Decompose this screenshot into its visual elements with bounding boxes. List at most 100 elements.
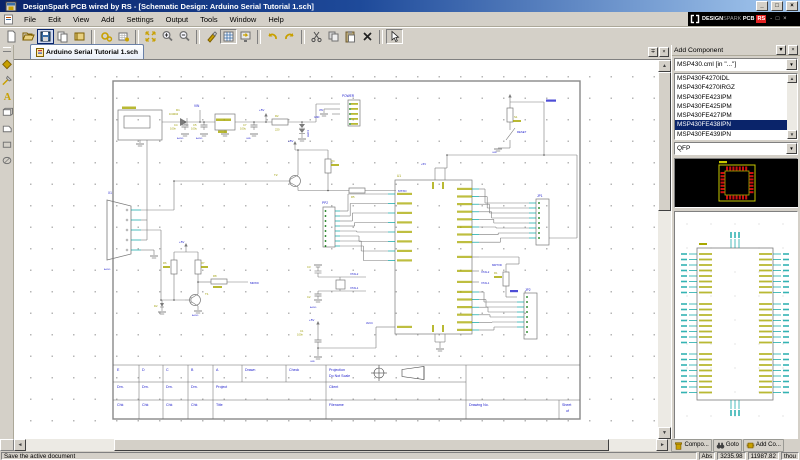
menu-file[interactable]: File (18, 13, 42, 26)
menu-edit[interactable]: Edit (42, 13, 67, 26)
menu-tools[interactable]: Tools (194, 13, 224, 26)
library-combo[interactable]: MSP430.cml [in "..."] ▼ (674, 58, 798, 71)
restore-button[interactable]: □ (771, 1, 783, 11)
scroll-up-button[interactable]: ▲ (658, 60, 671, 72)
undo-button[interactable] (264, 29, 281, 44)
add-shape-circle-button[interactable] (1, 154, 13, 166)
bottom-tab-compo[interactable]: Compo... (671, 439, 711, 452)
svg-text:MRTXD: MRTXD (492, 263, 502, 267)
vertical-scroll-thumb[interactable] (658, 72, 671, 211)
canvas-vertical-scrollbar[interactable]: ▲ ▼ (658, 60, 671, 439)
zoom-in-button[interactable] (159, 29, 176, 44)
svg-text:XTAL1: XTAL1 (481, 281, 490, 285)
redo-button[interactable] (281, 29, 298, 44)
component-list-item[interactable]: MSP430FE427IPM (675, 111, 787, 120)
redo-icon (283, 30, 296, 43)
component-list-item[interactable]: MSP430FE425IPM (675, 102, 787, 111)
add-shape-circle-icon (1, 154, 13, 167)
svg-text:B: B (191, 368, 194, 372)
add-wire-icon (1, 74, 13, 87)
colours-button[interactable] (203, 29, 220, 44)
tab-pin-button[interactable]: ∓ (648, 47, 658, 57)
cut-icon (310, 30, 323, 43)
svg-text:R8: R8 (213, 274, 217, 278)
zoom-extents-button[interactable] (142, 29, 159, 44)
grid-button[interactable] (220, 29, 237, 44)
svg-text:Do Not Scale: Do Not Scale (329, 374, 350, 378)
scroll-down-button[interactable]: ▼ (658, 427, 671, 439)
panel-close-button[interactable]: × (788, 45, 798, 55)
component-list-item[interactable]: MSP430FE439IPN (675, 130, 787, 139)
cut-button[interactable] (308, 29, 325, 44)
list-scroll-up[interactable]: ▲ (787, 74, 797, 83)
svg-text:Chk: Chk (142, 403, 149, 407)
add-text-button[interactable]: A (1, 90, 13, 102)
save-file-button[interactable] (37, 29, 54, 44)
scroll-right-button[interactable]: ► (656, 439, 668, 451)
open-file-button[interactable] (20, 29, 37, 44)
component-list-item[interactable]: MSP430F4270IRGZ (675, 83, 787, 92)
undo-icon (266, 30, 279, 43)
menu-window[interactable]: Window (224, 13, 263, 26)
technology-button[interactable] (98, 29, 115, 44)
list-scrollbar[interactable]: ▲ ▼ (787, 74, 797, 139)
schematic-canvas[interactable]: EDCBADrawnCheckProjectionDo Not ScaleDrn… (14, 60, 658, 439)
interaction-diamond-button[interactable] (1, 58, 13, 70)
component-list-item[interactable]: MSP430FE438IPN (675, 120, 787, 129)
svg-text:Sheet: Sheet (562, 403, 571, 407)
component-list-item[interactable]: MSP430F4270IDL (675, 74, 787, 83)
symbol-preview (674, 211, 798, 439)
close-file-button[interactable] (54, 29, 71, 44)
menu-add[interactable]: Add (95, 13, 120, 26)
vertical-scroll-track[interactable] (658, 211, 671, 427)
combo-dropdown-icon[interactable]: ▼ (786, 59, 797, 70)
tab-arduino-serial-tutorial[interactable]: Arduino Serial Tutorial 1.sch (30, 44, 144, 59)
svg-text:AGND: AGND (196, 137, 203, 140)
design-wizard-button[interactable] (115, 29, 132, 44)
component-list[interactable]: MSP430F4270IDLMSP430F4270IRGZMSP430FE423… (674, 73, 798, 140)
zoom-out-button[interactable] (176, 29, 193, 44)
panel-drop-button[interactable]: ▼ (776, 45, 786, 55)
canvas-horizontal-scrollbar[interactable]: ◄ ► (14, 439, 669, 451)
menu-settings[interactable]: Settings (121, 13, 160, 26)
bottom-tab-addco[interactable]: Add Co... (743, 439, 784, 452)
library-button[interactable] (71, 29, 88, 44)
close-button[interactable]: × (786, 1, 798, 11)
horizontal-scroll-track[interactable] (609, 439, 657, 451)
list-scroll-track[interactable] (787, 83, 797, 130)
add-wire-button[interactable] (1, 74, 13, 86)
toolbar-separator (135, 30, 139, 44)
zoom-extents-icon (144, 30, 157, 43)
combo-dropdown-icon[interactable]: ▼ (786, 143, 797, 154)
tab-close-button[interactable]: × (659, 47, 669, 57)
toolbar-gripper[interactable] (3, 47, 11, 52)
interaction-bar-tabs: Compo...GotoAdd Co... (668, 439, 800, 451)
add-shape-corner-button[interactable] (1, 122, 13, 134)
add-shape-rect-button[interactable] (1, 106, 13, 118)
design-wizard-icon (117, 30, 130, 43)
component-list-item[interactable]: MSP430FE423IPM (675, 93, 787, 102)
list-scroll-down[interactable]: ▼ (787, 130, 797, 139)
new-file-button[interactable] (3, 29, 20, 44)
minimize-button[interactable]: _ (756, 1, 768, 11)
add-shape-outline-button[interactable] (1, 138, 13, 150)
copy-button[interactable] (325, 29, 342, 44)
bottom-bar: ◄ ► Compo...GotoAdd Co... (0, 439, 800, 451)
paste-button[interactable] (342, 29, 359, 44)
svg-text:MTXD: MTXD (398, 189, 407, 193)
scroll-left-button[interactable]: ◄ (14, 439, 26, 451)
brand-name: DESIGNSPARK PCB (702, 16, 754, 22)
mdi-window-buttons[interactable]: - □ × (770, 16, 787, 22)
svg-text:AGND: AGND (104, 268, 111, 271)
menu-view[interactable]: View (67, 13, 95, 26)
select-pointer-button[interactable] (386, 29, 403, 44)
horizontal-scroll-thumb[interactable] (114, 439, 609, 451)
binoculars-icon (716, 441, 725, 450)
svg-text:Drn.: Drn. (117, 385, 124, 389)
package-combo[interactable]: QFP ▼ (674, 142, 798, 155)
bottom-tab-goto[interactable]: Goto (713, 439, 742, 452)
menu-help[interactable]: Help (262, 13, 289, 26)
delete-button[interactable] (359, 29, 376, 44)
menu-output[interactable]: Output (160, 13, 195, 26)
refresh-screen-button[interactable] (237, 29, 254, 44)
